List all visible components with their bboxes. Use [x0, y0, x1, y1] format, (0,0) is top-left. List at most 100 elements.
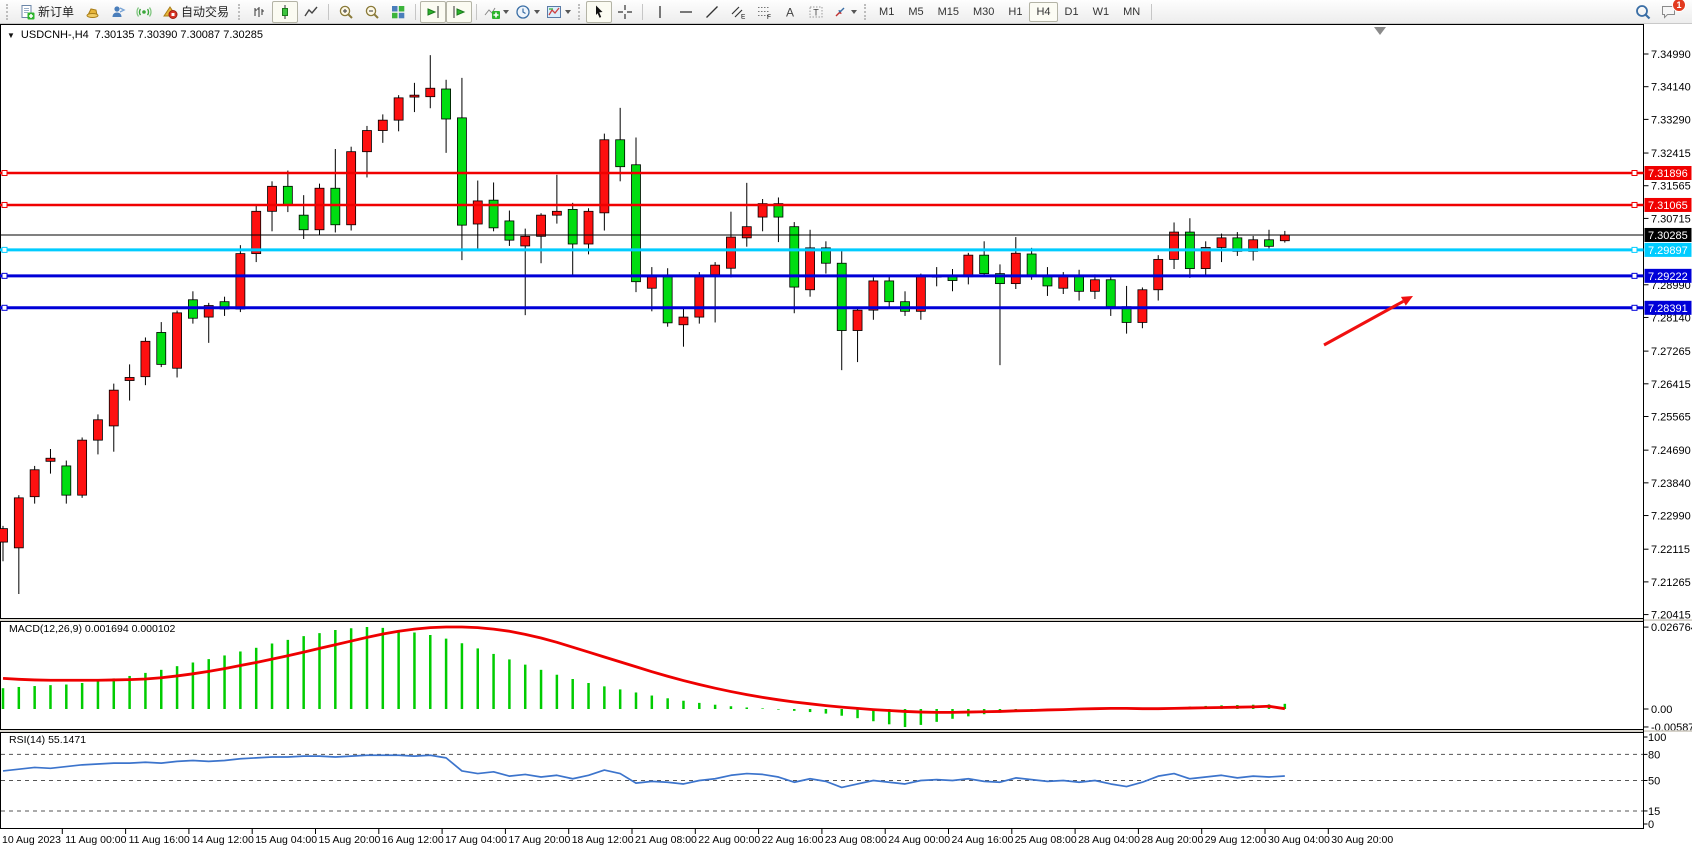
svg-text:11 Aug 16:00: 11 Aug 16:00 — [129, 834, 190, 846]
timeframe-w1[interactable]: W1 — [1086, 2, 1117, 22]
svg-text:7.34990: 7.34990 — [1651, 49, 1691, 61]
svg-text:18 Aug 12:00: 18 Aug 12:00 — [572, 834, 634, 846]
gold-ingot-icon — [84, 4, 100, 20]
line-chart-button[interactable] — [298, 1, 324, 23]
tile-windows-icon — [390, 4, 406, 20]
templates-button[interactable] — [543, 1, 574, 23]
crosshair-icon — [617, 4, 633, 20]
toolbar-separator — [642, 4, 643, 20]
cursor-icon — [591, 4, 607, 20]
trendline-tool-button[interactable] — [699, 1, 725, 23]
svg-text:50: 50 — [1648, 776, 1660, 788]
svg-text:29 Aug 12:00: 29 Aug 12:00 — [1205, 834, 1267, 846]
svg-text:28 Aug 20:00: 28 Aug 20:00 — [1141, 834, 1203, 846]
svg-text:7.22990: 7.22990 — [1651, 511, 1691, 523]
trendline-icon — [704, 4, 720, 20]
svg-text:7.26415: 7.26415 — [1651, 379, 1691, 391]
timeframe-h1[interactable]: H1 — [1001, 2, 1029, 22]
toolbar-grip — [6, 4, 10, 20]
svg-text:24 Aug 00:00: 24 Aug 00:00 — [888, 834, 950, 846]
candlestick-chart-button[interactable] — [272, 1, 298, 23]
timeframe-m15[interactable]: M15 — [931, 2, 966, 22]
panel-separator — [0, 619, 1692, 621]
chart-title-bar: ▼ USDCNH-,H4 7.30135 7.30390 7.30087 7.3… — [7, 29, 263, 41]
signals-button[interactable] — [131, 1, 157, 23]
chart-shift-button[interactable] — [446, 1, 472, 23]
svg-text:7.22115: 7.22115 — [1651, 544, 1690, 556]
timeframe-d1[interactable]: D1 — [1058, 2, 1086, 22]
svg-text:7.28391: 7.28391 — [1648, 303, 1688, 315]
template-icon — [546, 4, 562, 20]
community-button[interactable] — [105, 1, 131, 23]
svg-text:T: T — [813, 7, 819, 17]
svg-text:7.31896: 7.31896 — [1648, 168, 1688, 180]
equidistant-channel-tool-button[interactable]: E — [725, 1, 751, 23]
vertical-line-tool-button[interactable] — [647, 1, 673, 23]
svg-text:23 Aug 08:00: 23 Aug 08:00 — [825, 834, 887, 846]
svg-text:24 Aug 16:00: 24 Aug 16:00 — [952, 834, 1014, 846]
bar-chart-icon — [251, 4, 267, 20]
zoom-out-button[interactable] — [359, 1, 385, 23]
zoom-out-icon — [364, 4, 380, 20]
svg-text:15 Aug 04:00: 15 Aug 04:00 — [255, 834, 317, 846]
svg-text:100: 100 — [1648, 732, 1666, 744]
indicators-button[interactable] — [481, 1, 512, 23]
zoom-in-button[interactable] — [333, 1, 359, 23]
svg-text:0: 0 — [1648, 819, 1654, 831]
toolbar-separator — [476, 4, 477, 20]
cursor-tool-button[interactable] — [586, 1, 612, 23]
horizontal-line-icon — [678, 4, 694, 20]
svg-text:28 Aug 04:00: 28 Aug 04:00 — [1078, 834, 1140, 846]
zoom-in-icon — [338, 4, 354, 20]
deposit-button[interactable] — [79, 1, 105, 23]
new-order-button[interactable]: 新订单 — [14, 1, 79, 23]
tile-windows-button[interactable] — [385, 1, 411, 23]
svg-text:7.33290: 7.33290 — [1651, 114, 1691, 126]
timeframe-mn[interactable]: MN — [1116, 2, 1147, 22]
horizontal-line-tool-button[interactable] — [673, 1, 699, 23]
svg-text:7.30285: 7.30285 — [1648, 230, 1688, 242]
text-tool-button[interactable]: A — [777, 1, 803, 23]
vertical-line-icon — [652, 4, 668, 20]
timeframe-m30[interactable]: M30 — [966, 2, 1001, 22]
svg-text:11 Aug 00:00: 11 Aug 00:00 — [65, 834, 126, 846]
notification-badge: 1 — [1672, 0, 1686, 12]
timeframe-m5[interactable]: M5 — [901, 2, 930, 22]
svg-text:25 Aug 08:00: 25 Aug 08:00 — [1015, 834, 1077, 846]
text-label-tool-button[interactable]: T — [803, 1, 829, 23]
text-a-icon: A — [782, 4, 798, 20]
fibonacci-icon: F — [756, 4, 772, 20]
collapse-triangle-icon[interactable]: ▼ — [7, 31, 15, 40]
timeframe-m1[interactable]: M1 — [872, 2, 901, 22]
svg-text:15 Aug 20:00: 15 Aug 20:00 — [319, 834, 381, 846]
svg-text:7.29897: 7.29897 — [1648, 245, 1688, 257]
svg-text:16 Aug 12:00: 16 Aug 12:00 — [382, 834, 444, 846]
dropdown-caret-icon — [851, 10, 857, 14]
panel-separator — [0, 730, 1692, 732]
auto-scroll-button[interactable] — [420, 1, 446, 23]
search-button[interactable] — [1630, 1, 1656, 23]
notifications-button[interactable]: 1 — [1656, 1, 1682, 23]
fibonacci-tool-button[interactable]: F — [751, 1, 777, 23]
timeframe-h4[interactable]: H4 — [1029, 2, 1057, 22]
svg-text:80: 80 — [1648, 749, 1660, 761]
crosshair-tool-button[interactable] — [612, 1, 638, 23]
macd-label: MACD(12,26,9) 0.001694 0.000102 — [9, 623, 175, 635]
svg-text:0.00: 0.00 — [1651, 704, 1672, 716]
svg-text:22 Aug 16:00: 22 Aug 16:00 — [762, 834, 824, 846]
arrows-tool-button[interactable] — [829, 1, 860, 23]
svg-text:7.24690: 7.24690 — [1651, 445, 1691, 457]
svg-text:17 Aug 20:00: 17 Aug 20:00 — [508, 834, 570, 846]
arrows-icon — [832, 4, 848, 20]
main-toolbar: 新订单 自动交易 — [0, 0, 1692, 24]
autotrading-button[interactable]: 自动交易 — [157, 1, 234, 23]
svg-text:30 Aug 20:00: 30 Aug 20:00 — [1331, 834, 1393, 846]
bar-chart-button[interactable] — [246, 1, 272, 23]
svg-text:0.026764: 0.026764 — [1651, 622, 1692, 634]
chart-window[interactable]: 0.0267640.00-0.00587210080501507.349907.… — [0, 24, 1692, 854]
svg-text:7.25565: 7.25565 — [1651, 412, 1691, 424]
svg-text:22 Aug 00:00: 22 Aug 00:00 — [698, 834, 760, 846]
new-order-icon — [19, 4, 35, 20]
periods-button[interactable] — [512, 1, 543, 23]
svg-text:7.31565: 7.31565 — [1651, 181, 1691, 193]
